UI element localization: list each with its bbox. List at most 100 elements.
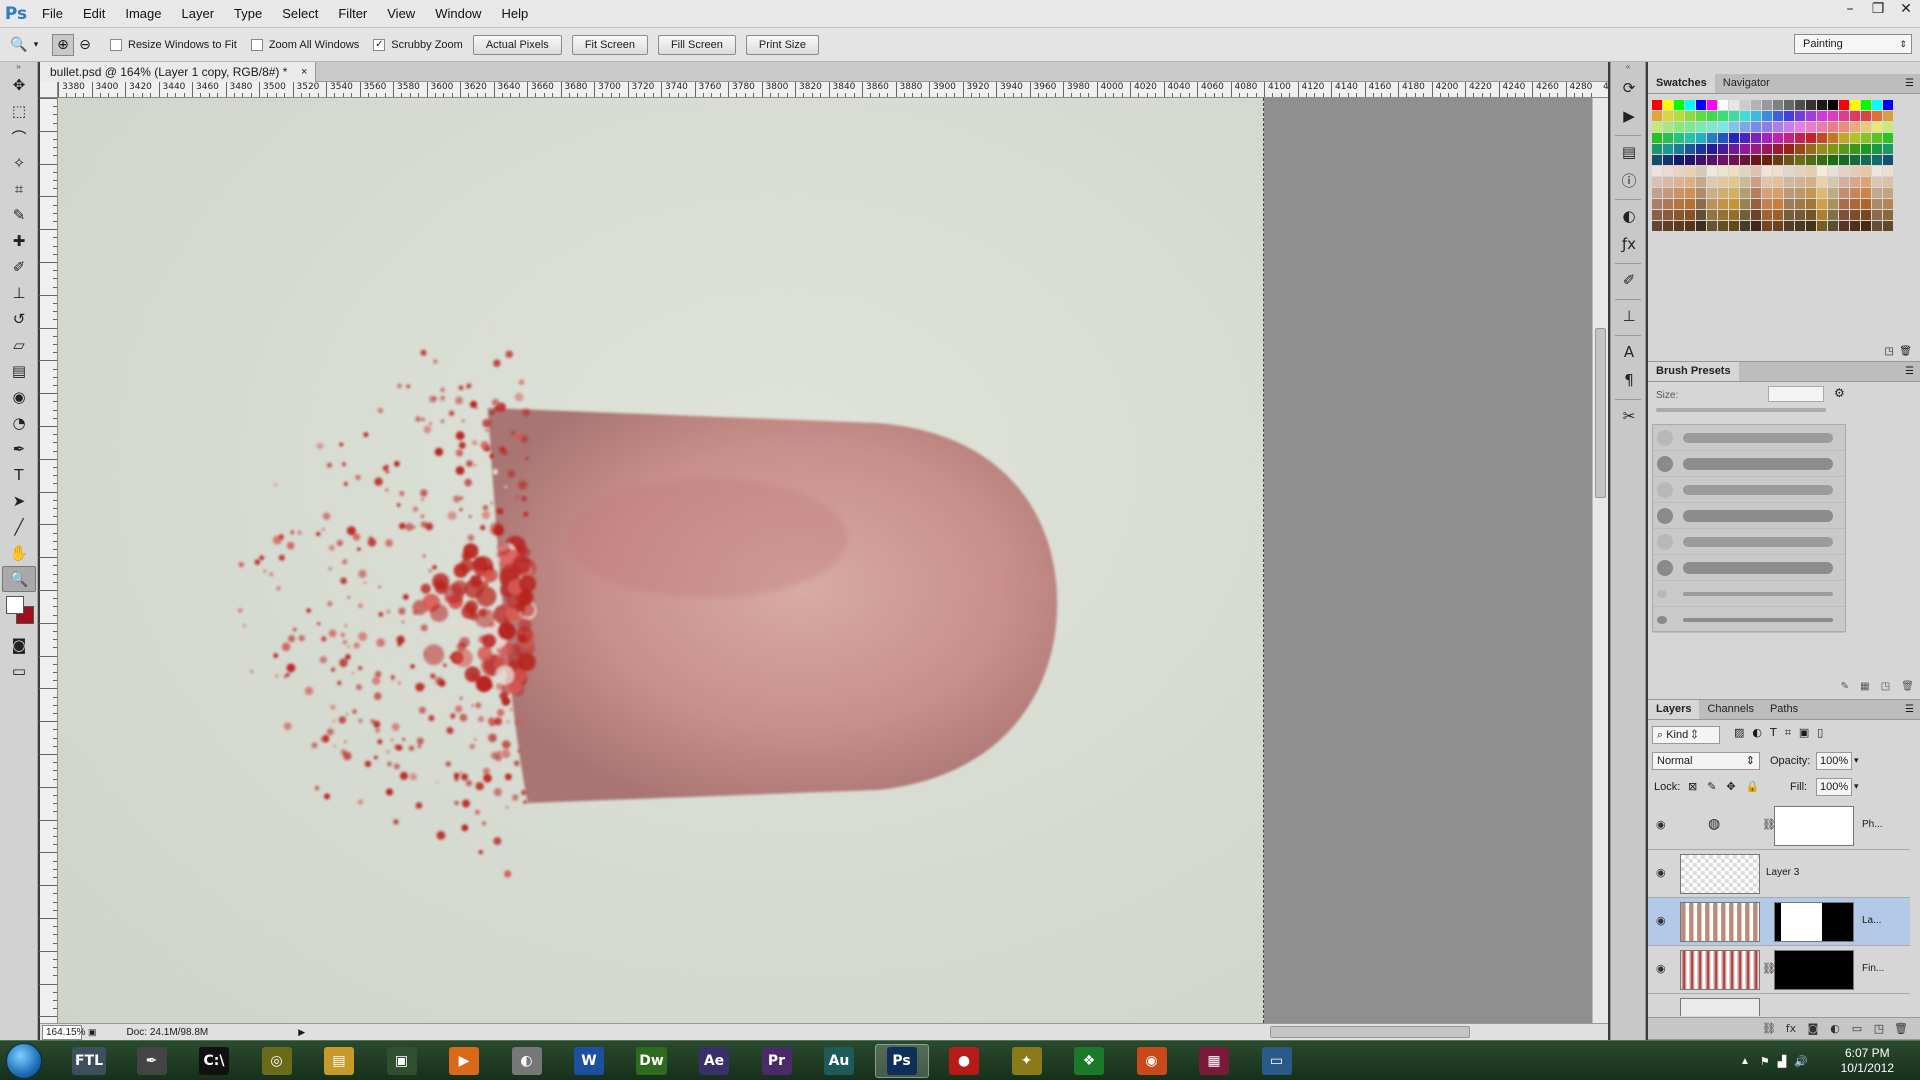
swatch[interactable] — [1806, 199, 1816, 209]
swatch[interactable] — [1707, 188, 1717, 198]
swatch[interactable] — [1784, 100, 1794, 110]
eye-icon[interactable]: ◉ — [1656, 962, 1670, 976]
swatch[interactable] — [1817, 122, 1827, 132]
swatch[interactable] — [1674, 133, 1684, 143]
brush-size-slider[interactable] — [1656, 408, 1826, 412]
swatch[interactable] — [1740, 144, 1750, 154]
swatch[interactable] — [1762, 111, 1772, 121]
swatch[interactable] — [1850, 166, 1860, 176]
collapse-dock-icon[interactable]: « — [1611, 62, 1645, 74]
swatch[interactable] — [1762, 166, 1772, 176]
taskbar-app[interactable]: FTL — [62, 1044, 116, 1078]
swatch[interactable] — [1729, 166, 1739, 176]
swatch[interactable] — [1850, 133, 1860, 143]
blur-tool-icon[interactable]: ◉ — [2, 384, 36, 410]
swatches-grid[interactable] — [1652, 100, 1908, 240]
menu-select[interactable]: Select — [272, 0, 328, 28]
swatch[interactable] — [1861, 133, 1871, 143]
brush-preset[interactable] — [1653, 581, 1845, 607]
swatch[interactable] — [1839, 155, 1849, 165]
swatch[interactable] — [1817, 133, 1827, 143]
checkbox[interactable] — [110, 38, 122, 51]
swatch[interactable] — [1828, 133, 1838, 143]
swatch[interactable] — [1762, 144, 1772, 154]
swatch[interactable] — [1828, 188, 1838, 198]
swatch[interactable] — [1729, 122, 1739, 132]
swatch[interactable] — [1674, 122, 1684, 132]
swatch[interactable] — [1729, 133, 1739, 143]
swatch[interactable] — [1762, 122, 1772, 132]
menu-help[interactable]: Help — [491, 0, 538, 28]
swatch[interactable] — [1784, 221, 1794, 231]
layer-filter-icons[interactable]: ▨◐T⌗▣▯ — [1734, 726, 1831, 740]
swatch[interactable] — [1685, 155, 1695, 165]
swatch[interactable] — [1784, 155, 1794, 165]
swatch[interactable] — [1861, 111, 1871, 121]
swatch[interactable] — [1850, 177, 1860, 187]
tab-layers[interactable]: Layers — [1648, 700, 1700, 719]
swatch[interactable] — [1784, 122, 1794, 132]
swatch[interactable] — [1751, 221, 1761, 231]
swatch[interactable] — [1685, 177, 1695, 187]
canvas-area[interactable] — [58, 98, 1608, 1023]
screen-mode-icon[interactable]: ▭ — [2, 658, 36, 684]
swatch[interactable] — [1872, 155, 1882, 165]
swatch[interactable] — [1872, 144, 1882, 154]
tool-presets-icon[interactable]: ✂ — [1613, 402, 1645, 430]
type-tool-icon[interactable]: T — [2, 462, 36, 488]
quick-select-tool-icon[interactable]: ✧ — [2, 150, 36, 176]
gradient-tool-icon[interactable]: ▤ — [2, 358, 36, 384]
swatch[interactable] — [1795, 111, 1805, 121]
brush-preset[interactable] — [1653, 555, 1845, 581]
swatch[interactable] — [1652, 122, 1662, 132]
taskbar-app[interactable]: Ae — [687, 1044, 741, 1078]
swatch[interactable] — [1773, 111, 1783, 121]
taskbar-app[interactable]: ▭ — [1250, 1044, 1304, 1078]
status-menu-icon[interactable]: ▣ — [88, 1027, 97, 1038]
swatch[interactable] — [1850, 155, 1860, 165]
swatch[interactable] — [1828, 199, 1838, 209]
eye-icon[interactable]: ◉ — [1656, 914, 1670, 928]
swatch[interactable] — [1729, 177, 1739, 187]
swatch[interactable] — [1674, 221, 1684, 231]
swatch[interactable] — [1795, 210, 1805, 220]
swatch[interactable] — [1795, 144, 1805, 154]
swatch[interactable] — [1685, 144, 1695, 154]
swatch[interactable] — [1883, 155, 1893, 165]
collapse-icon[interactable]: » — [0, 62, 37, 72]
swatch[interactable] — [1828, 111, 1838, 121]
swatch[interactable] — [1795, 221, 1805, 231]
swatch[interactable] — [1696, 177, 1706, 187]
swatch[interactable] — [1806, 188, 1816, 198]
swatch[interactable] — [1817, 221, 1827, 231]
swatch[interactable] — [1850, 122, 1860, 132]
swatch[interactable] — [1740, 122, 1750, 132]
start-button[interactable] — [6, 1043, 42, 1079]
swatch[interactable] — [1707, 221, 1717, 231]
swatch[interactable] — [1652, 133, 1662, 143]
swatch[interactable] — [1718, 210, 1728, 220]
swatch[interactable] — [1652, 177, 1662, 187]
panel-menu-icon[interactable]: ☰ — [1905, 363, 1914, 381]
layer-thumbnail[interactable] — [1680, 998, 1760, 1016]
checkbox[interactable]: ✓ — [373, 38, 386, 51]
swatch[interactable] — [1872, 166, 1882, 176]
swatch[interactable] — [1850, 199, 1860, 209]
option-check-2[interactable]: ✓ Scrubby Zoom — [373, 38, 463, 51]
character-icon[interactable]: A — [1613, 338, 1645, 366]
option-check-0[interactable]: Resize Windows to Fit — [110, 38, 237, 51]
swatch[interactable] — [1872, 133, 1882, 143]
mask-thumbnail[interactable] — [1774, 806, 1854, 846]
tab-brush-presets[interactable]: Brush Presets — [1648, 362, 1739, 381]
swatch[interactable] — [1861, 155, 1871, 165]
swatch[interactable] — [1652, 155, 1662, 165]
swatch[interactable] — [1806, 133, 1816, 143]
swatch[interactable] — [1685, 122, 1695, 132]
swatch[interactable] — [1872, 122, 1882, 132]
swatch[interactable] — [1674, 210, 1684, 220]
swatch[interactable] — [1839, 100, 1849, 110]
swatch[interactable] — [1740, 100, 1750, 110]
foreground-color[interactable] — [6, 596, 24, 614]
swatch[interactable] — [1795, 199, 1805, 209]
swatch[interactable] — [1718, 188, 1728, 198]
